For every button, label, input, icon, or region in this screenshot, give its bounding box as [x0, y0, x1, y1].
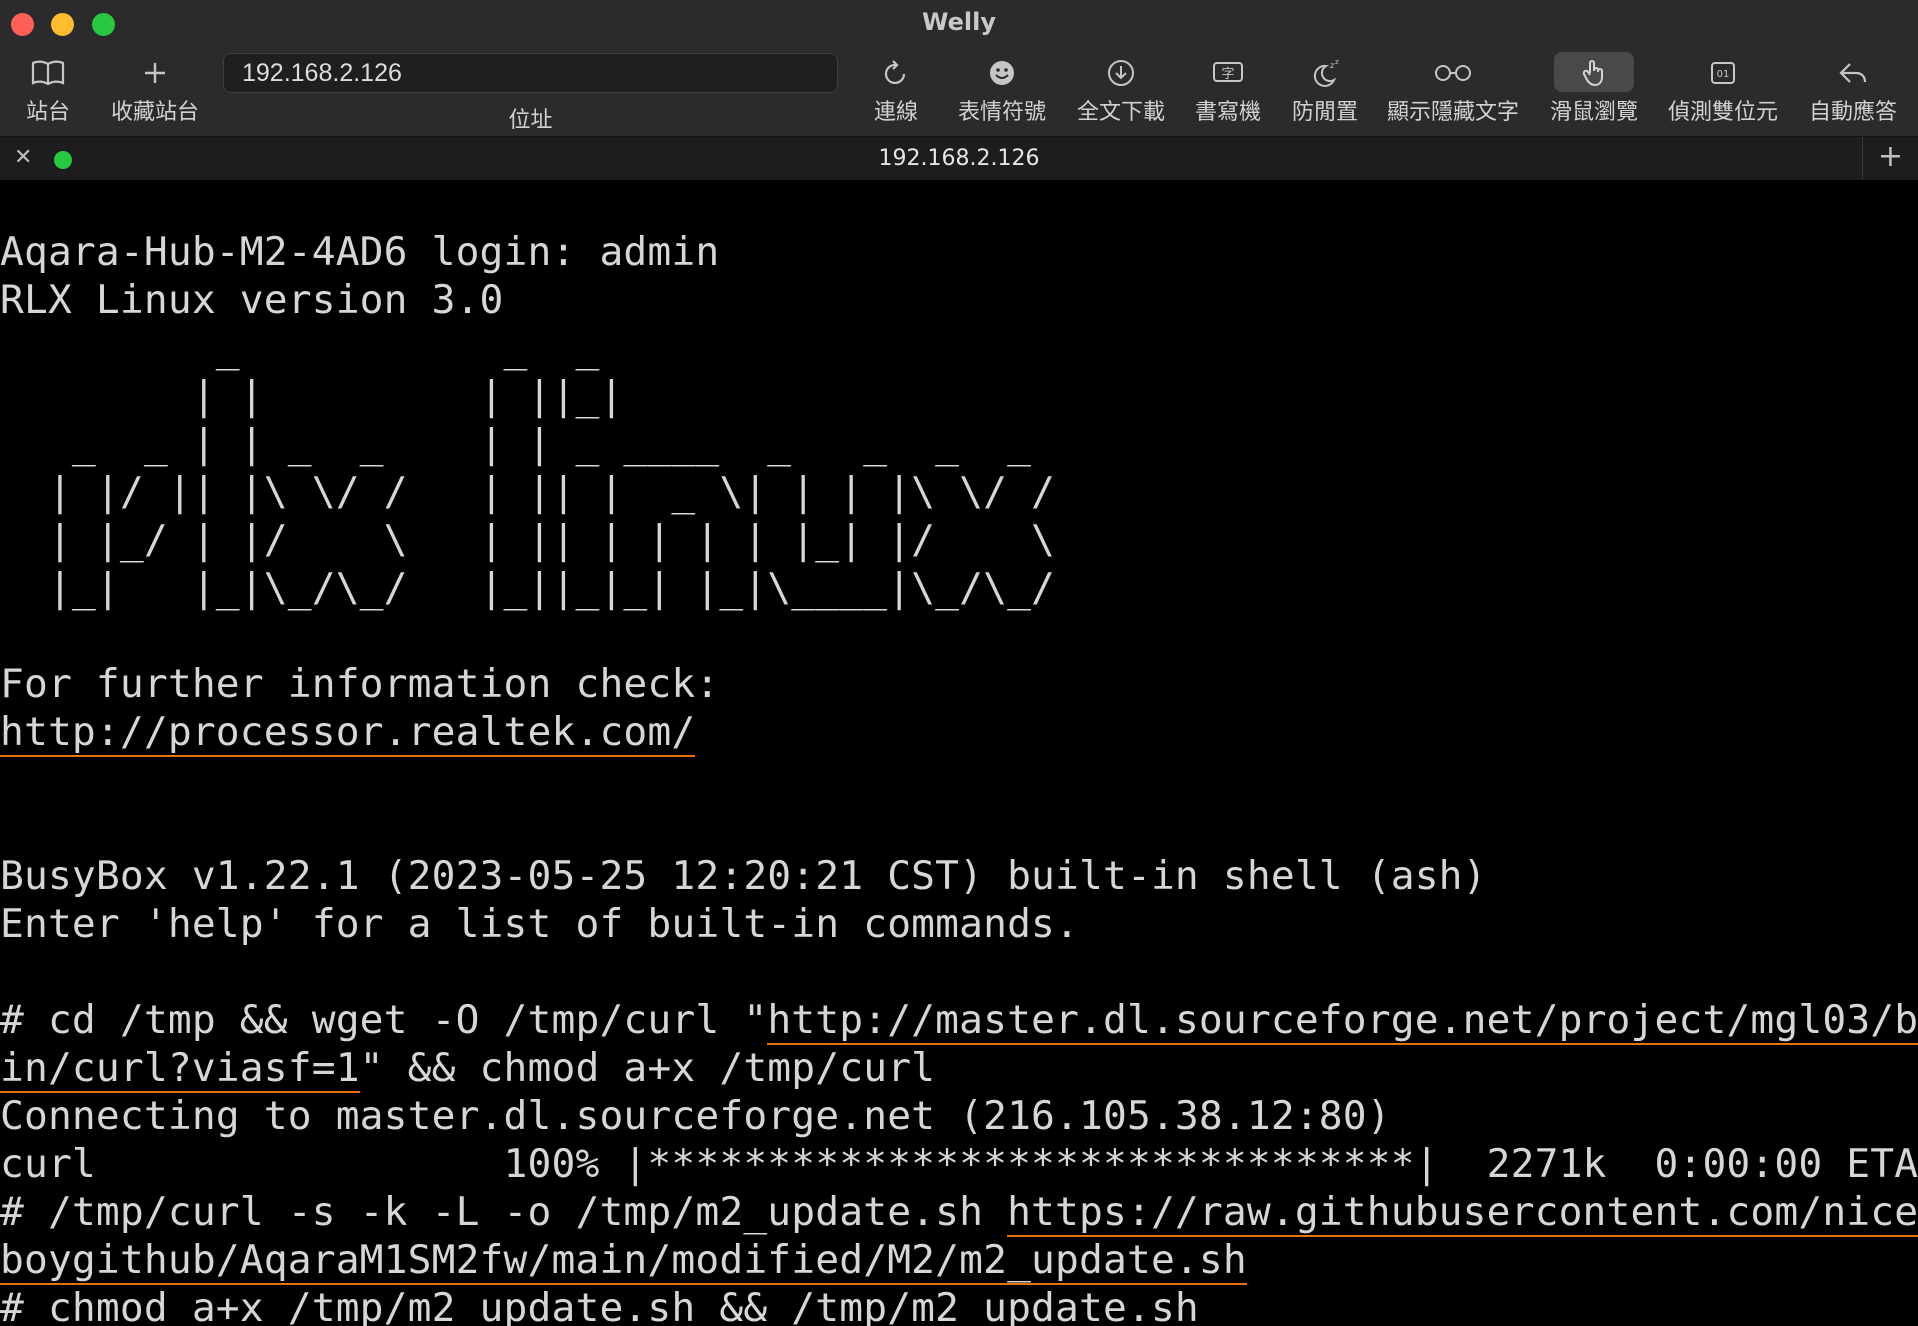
reply-arrow-icon [1806, 52, 1900, 92]
ascii-art-line: | | | ||_| [0, 373, 624, 419]
show-hidden-text-label: 顯示隱藏文字 [1386, 100, 1519, 125]
book-icon [18, 52, 78, 92]
terminal-line: in/curl?viasf=1" && chmod a+x /tmp/curl [0, 1044, 936, 1093]
svg-text:字: 字 [1221, 67, 1234, 82]
download-icon [1075, 52, 1167, 92]
moon-sleep-icon: zz [1290, 52, 1360, 92]
url-link[interactable]: boygithub/AqaraM1SM2fw/main/modified/M2/… [0, 1237, 1247, 1285]
favorites-button[interactable]: 收藏站台 [108, 52, 202, 132]
url-link[interactable]: in/curl?viasf=1 [0, 1045, 360, 1093]
terminal-line: boygithub/AqaraM1SM2fw/main/modified/M2/… [0, 1236, 1247, 1285]
favorites-label: 收藏站台 [110, 100, 199, 125]
tab-bar: ✕ 192.168.2.126 + [0, 137, 1918, 181]
sites-label: 站台 [25, 100, 70, 125]
download-button[interactable]: 全文下載 [1075, 52, 1167, 132]
svg-text:z: z [1330, 61, 1334, 70]
terminal-line: RLX Linux version 3.0 [0, 277, 504, 323]
terminal-line: Aqara-Hub-M2-4AD6 login: admin [0, 229, 720, 275]
ascii-art-line: _ _ _ [0, 325, 600, 371]
composer-label: 書寫機 [1194, 100, 1261, 125]
tab-title[interactable]: 192.168.2.126 [0, 137, 1918, 180]
glasses-icon [1385, 52, 1521, 92]
mouse-browse-label: 滑鼠瀏覽 [1549, 100, 1638, 125]
command-text: " && chmod a+x /tmp/curl [359, 1045, 936, 1091]
command-text: # cd /tmp && wget -O /tmp/curl " [0, 997, 768, 1043]
reconnect-icon [871, 52, 921, 92]
terminal-line: Connecting to master.dl.sourceforge.net … [0, 1093, 1391, 1139]
svg-text:01: 01 [1717, 69, 1730, 80]
download-label: 全文下載 [1076, 100, 1165, 125]
svg-text:z: z [1335, 58, 1339, 66]
terminal-line: # /tmp/curl -s -k -L -o /tmp/m2_update.s… [0, 1188, 1918, 1237]
command-text: # /tmp/curl -s -k -L -o /tmp/m2_update.s… [0, 1189, 1008, 1235]
auto-reply-label: 自動應答 [1808, 100, 1897, 125]
anti-idle-label: 防閒置 [1291, 100, 1358, 125]
ascii-art-line: | |_/ | |/ \ | || | | | | |_| |/ \ [0, 517, 1056, 563]
connect-button[interactable]: 連線 [871, 52, 921, 132]
terminal-line: BusyBox v1.22.1 (2023-05-25 12:20:21 CST… [0, 853, 1487, 899]
sites-button[interactable]: 站台 [18, 52, 78, 132]
ascii-art-line: |_| |_|\_/\_/ |_||_|_| |_|\____|\_/\_/ [0, 565, 1056, 611]
detect-dbcs-button[interactable]: 01 偵測雙位元 [1666, 52, 1780, 132]
ascii-art-line: | |/ || |\ \/ / | || | _ \| | | |\ \/ / [0, 469, 1056, 515]
show-hidden-text-button[interactable]: 顯示隱藏文字 [1385, 52, 1521, 132]
terminal-line: For further information check: [0, 661, 720, 707]
connect-label: 連線 [873, 100, 918, 125]
terminal-line: Enter 'help' for a list of built-in comm… [0, 901, 1080, 947]
smiley-icon [956, 52, 1048, 92]
url-link[interactable]: https://raw.githubusercontent.com/nice [1007, 1189, 1918, 1237]
toolbar: Welly 站台 收藏站台 192.168.2.126 位址 連線 表情符號 全… [0, 0, 1918, 137]
terminal-line: http://processor.realtek.com/ [0, 708, 696, 757]
plus-icon [108, 52, 202, 92]
binary-icon: 01 [1666, 52, 1780, 92]
mouse-browse-button[interactable]: 滑鼠瀏覽 [1548, 52, 1640, 132]
terminal-line: curl 100% |*****************************… [0, 1141, 1918, 1187]
new-tab-button[interactable]: + [1862, 137, 1918, 180]
welly-window: Welly 站台 收藏站台 192.168.2.126 位址 連線 表情符號 全… [0, 0, 1918, 1326]
hand-pointer-icon [1554, 52, 1634, 92]
url-link[interactable]: http://processor.realtek.com/ [0, 709, 696, 757]
detect-dbcs-label: 偵測雙位元 [1667, 100, 1778, 125]
emoji-label: 表情符號 [957, 100, 1046, 125]
window-title: Welly [922, 8, 996, 36]
composer-button[interactable]: 字 書寫機 [1193, 52, 1263, 132]
auto-reply-button[interactable]: 自動應答 [1806, 52, 1900, 132]
terminal-screen[interactable]: Aqara-Hub-M2-4AD6 login: admin RLX Linux… [0, 180, 1918, 1326]
terminal-line: # cd /tmp && wget -O /tmp/curl "http://m… [0, 996, 1918, 1045]
address-label: 位址 [508, 108, 553, 133]
anti-idle-button[interactable]: zz 防閒置 [1290, 52, 1360, 132]
terminal-line: # chmod a+x /tmp/m2_update.sh && /tmp/m2… [0, 1285, 1199, 1326]
url-link[interactable]: http://master.dl.sourceforge.net/project… [767, 997, 1918, 1045]
emoji-button[interactable]: 表情符號 [956, 52, 1048, 132]
plus-icon: + [1877, 139, 1904, 174]
address-input[interactable]: 192.168.2.126 [223, 53, 838, 93]
composer-icon: 字 [1193, 52, 1263, 92]
ascii-art-line: _ _ | | _ _ | | _ ____ _ _ _ _ [0, 421, 1032, 467]
